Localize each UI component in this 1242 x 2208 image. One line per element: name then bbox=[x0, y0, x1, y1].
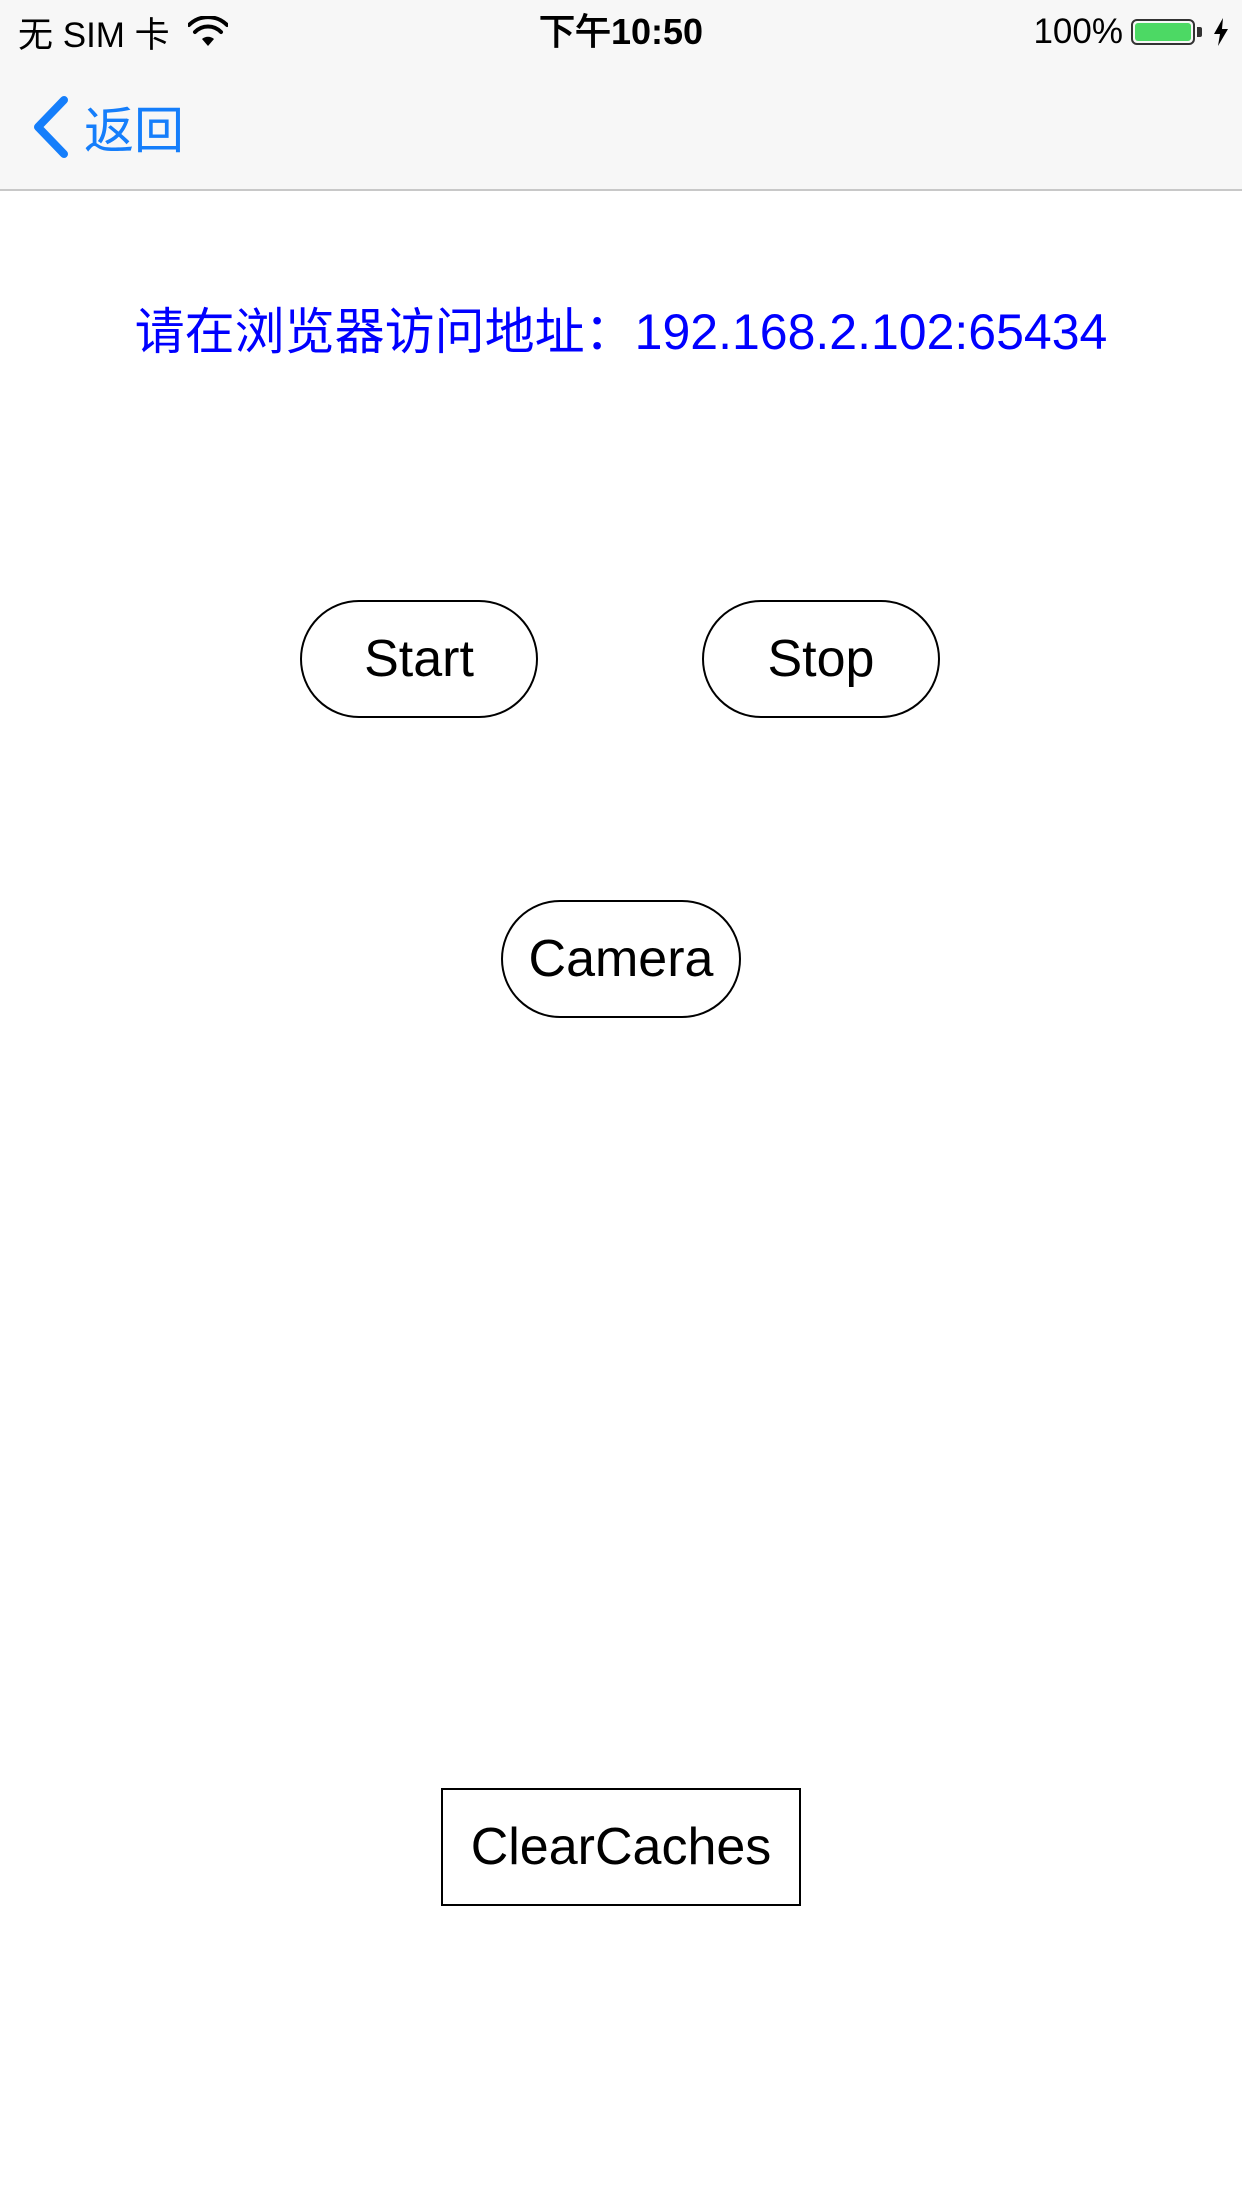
chevron-left-icon bbox=[34, 96, 68, 158]
battery-icon bbox=[1131, 19, 1195, 45]
stop-button[interactable]: Stop bbox=[702, 600, 940, 718]
status-bar-right: 100% bbox=[1033, 10, 1230, 54]
battery-fill bbox=[1135, 23, 1191, 41]
back-button[interactable]: 返回 bbox=[30, 92, 184, 162]
battery-percent: 100% bbox=[1033, 12, 1123, 51]
app-screen: 无 SIM 卡 下午10:50 100% 返回 请在浏览器访问地址：192.16… bbox=[0, 0, 1242, 2208]
server-address-label: 请在浏览器访问地址：192.168.2.102:65434 bbox=[134, 304, 1108, 360]
charging-bolt-icon bbox=[1214, 18, 1228, 46]
top-bar: 无 SIM 卡 下午10:50 100% 返回 bbox=[0, 0, 1242, 191]
camera-button[interactable]: Camera bbox=[501, 900, 741, 1018]
start-button[interactable]: Start bbox=[300, 600, 538, 718]
clear-caches-button[interactable]: ClearCaches bbox=[441, 1788, 801, 1906]
back-label: 返回 bbox=[84, 103, 184, 159]
battery-tip bbox=[1197, 27, 1202, 37]
